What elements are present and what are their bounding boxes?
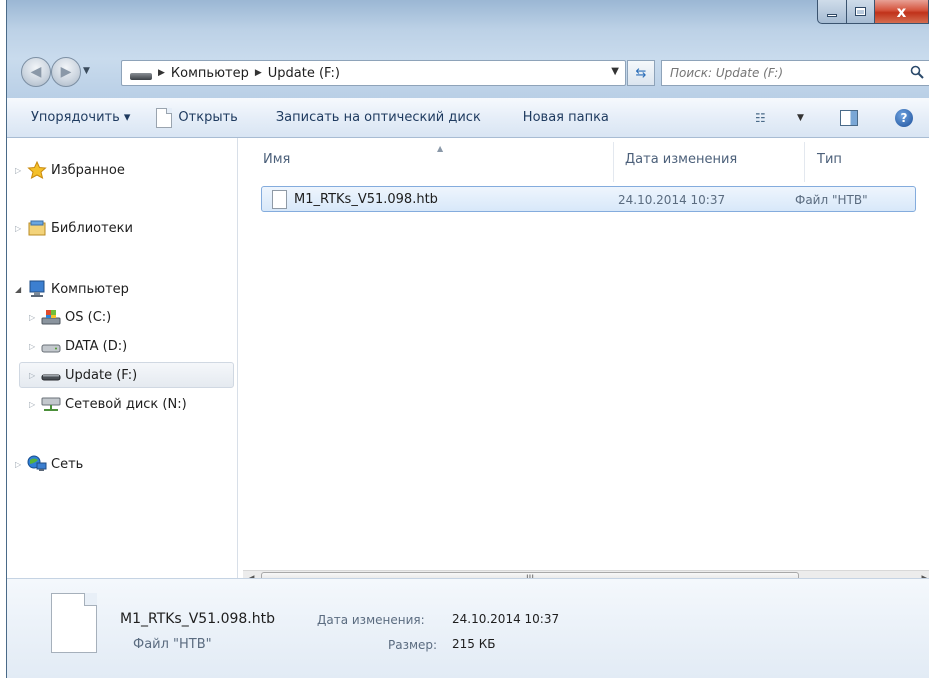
sidebar-item-network[interactable]: ▷ Сеть <box>15 453 83 475</box>
sidebar-item-libraries[interactable]: ▷ Библиотеки <box>15 217 133 239</box>
expand-arrow-icon[interactable]: ▷ <box>15 224 25 233</box>
library-icon <box>28 220 46 236</box>
sidebar-item-label: Библиотеки <box>51 220 133 236</box>
open-label: Открыть <box>178 110 238 125</box>
caption-buttons: x <box>817 0 929 26</box>
details-size-label: Размер: <box>388 638 438 652</box>
network-icon <box>27 455 47 471</box>
column-headers: ▲ Имя Дата изменения Тип <box>239 138 929 182</box>
expand-arrow-icon[interactable]: ▷ <box>29 400 39 409</box>
search-input[interactable] <box>670 66 890 80</box>
chevron-right-icon[interactable]: ▶ <box>255 68 262 78</box>
breadcrumb-computer[interactable]: Компьютер <box>171 66 249 81</box>
organize-button[interactable]: Упорядочить ▾ <box>31 110 130 125</box>
column-divider[interactable] <box>804 142 805 182</box>
search-box[interactable] <box>661 60 929 86</box>
hard-drive-icon <box>41 344 61 353</box>
chevron-down-icon[interactable]: ▼ <box>797 113 804 123</box>
sidebar-item-drive-d[interactable]: ▷ DATA (D:) <box>29 335 127 357</box>
close-button[interactable]: x <box>875 0 929 24</box>
arrow-right-icon: ▶ <box>60 64 72 80</box>
details-pane: M1_RTKs_V51.098.htb Файл "HTB" Дата изме… <box>7 578 929 678</box>
table-row[interactable]: M1_RTKs_V51.098.htb 24.10.2014 10:37 Фай… <box>261 186 916 212</box>
navigation-pane: ▷ Избранное ▷ Библиотеки ◢ Компьютер ▷ O… <box>7 138 238 578</box>
help-icon[interactable]: ? <box>895 109 913 127</box>
collapse-arrow-icon[interactable]: ◢ <box>15 285 25 294</box>
column-header-type[interactable]: Тип <box>817 152 842 167</box>
sidebar-item-label: DATA (D:) <box>65 338 128 354</box>
recent-pages-dropdown[interactable]: ▼ <box>83 66 90 76</box>
drive-icon <box>130 72 152 80</box>
star-icon <box>27 161 47 179</box>
title-bar: x ◀ ▶ ▼ ▶ Компьютер ▶ Update (F:) ▼ ⇆ <box>7 0 929 98</box>
file-list: ▲ Имя Дата изменения Тип M1_RTKs_V51.098… <box>239 138 929 586</box>
burn-disc-button[interactable]: Записать на оптический диск <box>266 110 491 125</box>
close-icon: x <box>896 2 907 21</box>
os-drive-icon <box>41 310 61 325</box>
expand-arrow-icon[interactable]: ▷ <box>29 342 39 351</box>
chevron-right-icon[interactable]: ▶ <box>158 68 165 78</box>
details-date-label: Дата изменения: <box>317 613 425 627</box>
sidebar-item-favorites[interactable]: ▷ Избранное <box>15 159 125 181</box>
maximize-button[interactable] <box>847 0 875 24</box>
network-drive-icon <box>41 397 61 411</box>
sidebar-item-label: Update (F:) <box>65 367 138 383</box>
column-header-date[interactable]: Дата изменения <box>625 152 737 167</box>
column-header-name[interactable]: Имя <box>263 152 290 167</box>
navigation-row: ◀ ▶ ▼ ▶ Компьютер ▶ Update (F:) ▼ ⇆ <box>17 52 929 90</box>
back-button[interactable]: ◀ <box>21 57 51 87</box>
arrow-left-icon: ◀ <box>30 64 42 80</box>
file-icon <box>272 190 287 209</box>
search-icon[interactable] <box>910 65 924 79</box>
chevron-down-icon[interactable]: ▼ <box>611 66 619 77</box>
document-icon <box>156 107 173 128</box>
file-icon <box>51 593 97 653</box>
maximize-icon <box>855 7 866 16</box>
sidebar-item-label: OS (C:) <box>65 309 112 325</box>
details-file-type: Файл "HTB" <box>133 637 212 652</box>
minimize-icon <box>827 13 837 17</box>
expand-arrow-icon[interactable]: ▷ <box>29 313 39 322</box>
views-icon[interactable]: ☷ <box>755 111 766 125</box>
file-name: M1_RTKs_V51.098.htb <box>294 192 438 207</box>
file-type: Файл "HTB" <box>795 193 868 207</box>
new-folder-button[interactable]: Новая папка <box>513 110 619 125</box>
command-bar: Упорядочить ▾ Открыть Записать на оптиче… <box>7 98 929 138</box>
expand-arrow-icon[interactable]: ▷ <box>15 166 25 175</box>
sidebar-item-label: Компьютер <box>51 281 129 297</box>
sidebar-item-label: Сетевой диск (N:) <box>65 396 187 412</box>
address-bar[interactable]: ▶ Компьютер ▶ Update (F:) ▼ <box>121 60 626 86</box>
sidebar-item-drive-f[interactable]: ▷ Update (F:) <box>19 362 234 388</box>
refresh-button[interactable]: ⇆ <box>627 60 655 86</box>
file-date: 24.10.2014 10:37 <box>618 193 726 207</box>
column-divider[interactable] <box>613 142 614 182</box>
sidebar-item-label: Сеть <box>51 456 84 472</box>
expand-arrow-icon[interactable]: ▷ <box>29 371 39 380</box>
breadcrumb-update[interactable]: Update (F:) <box>268 66 340 81</box>
expand-arrow-icon[interactable]: ▷ <box>15 460 25 469</box>
open-button[interactable]: Открыть <box>156 107 247 128</box>
minimize-button[interactable] <box>817 0 847 24</box>
preview-pane-icon[interactable] <box>840 110 858 126</box>
forward-button[interactable]: ▶ <box>51 57 81 87</box>
details-size-value: 215 КБ <box>452 637 496 651</box>
details-file-name: M1_RTKs_V51.098.htb <box>120 611 275 627</box>
sidebar-item-drive-c[interactable]: ▷ OS (C:) <box>29 306 111 328</box>
removable-drive-icon <box>41 374 61 381</box>
explorer-window: x ◀ ▶ ▼ ▶ Компьютер ▶ Update (F:) ▼ ⇆ По… <box>6 0 929 678</box>
sidebar-item-label: Избранное <box>51 162 125 178</box>
sidebar-item-drive-n[interactable]: ▷ Сетевой диск (N:) <box>29 393 187 415</box>
computer-icon <box>29 280 45 297</box>
sort-ascending-icon: ▲ <box>437 144 444 153</box>
details-date-value[interactable]: 24.10.2014 10:37 <box>452 612 559 626</box>
refresh-icon: ⇆ <box>635 65 647 81</box>
sidebar-item-computer[interactable]: ◢ Компьютер <box>15 278 129 300</box>
